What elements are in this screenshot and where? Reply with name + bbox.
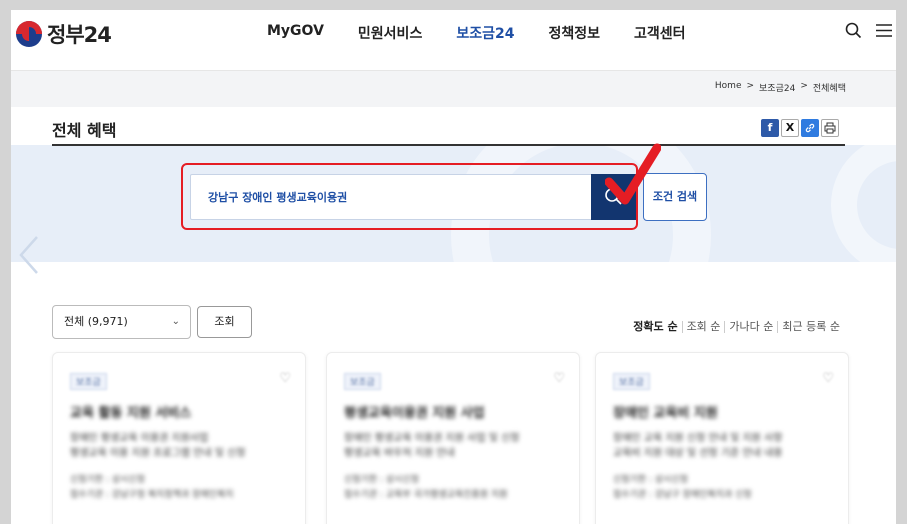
card-description-line: 장애인 평생교육 이용권 지원사업: [70, 433, 209, 444]
breadcrumb-separator: >: [746, 81, 755, 91]
facebook-icon[interactable]: f: [761, 119, 779, 137]
card-meta-line: 신청기한 : 상시신청: [613, 475, 688, 485]
decorative-circle: [831, 145, 896, 262]
breadcrumb-subsidy24[interactable]: 보조금24: [759, 81, 795, 94]
sort-options: 정확도 순 조회 순 가나다 순 최근 등록 순: [629, 321, 844, 333]
card-description-line: 장애인 교육 지원 신청 안내 및 지원 사항: [613, 433, 783, 444]
card-badge: 보조금: [70, 373, 107, 390]
print-icon[interactable]: [821, 119, 839, 137]
category-select[interactable]: 전체 (9,971) ⌄: [52, 305, 191, 339]
card-meta-line: 접수기관 : 강남구청 복지정책과 장애인복지: [70, 490, 234, 500]
nav-item-customer-center[interactable]: 고객센터: [634, 23, 686, 43]
card-description: 장애인 평생교육 이용권 지원 사업 및 신청 평생교육 바우처 지원 안내: [344, 431, 562, 461]
card-description-line: 장애인 평생교육 이용권 지원 사업 및 신청: [344, 433, 520, 444]
card-title: 장애인 교육비 지원: [613, 406, 718, 421]
nav-item-mygov[interactable]: MyGOV: [267, 23, 324, 43]
checkmark-icon: [604, 142, 662, 214]
breadcrumb: Home > 보조금24 > 전체혜택: [715, 81, 846, 94]
chevron-down-icon: ⌄: [171, 316, 180, 327]
search-highlight-box: [181, 163, 638, 230]
nav-item-subsidy24[interactable]: 보조금24: [456, 23, 514, 43]
card-title: 교육 활동 지원 서비스: [70, 406, 192, 421]
card-meta: 신청기한 : 상시신청 접수기관 : 강남구청 복지정책과 장애인복지: [70, 473, 288, 503]
card-description-line: 평생교육 바우처 지원 안내: [344, 448, 455, 459]
card-meta-line: 접수기관 : 강남구 장애인복지과 신청: [613, 490, 752, 500]
carousel-prev-arrow-icon[interactable]: [17, 235, 41, 279]
card-description-line: 교육비 지원 대상 및 선정 기준 안내 내용: [613, 448, 783, 459]
heart-icon[interactable]: ♡: [279, 371, 291, 386]
card-meta-line: 접수기관 : 교육부 국가평생교육진흥원 지원: [344, 490, 508, 500]
browser-frame: 정부24 MyGOV 민원서비스 보조금24 정책정보 고객센터 Home > …: [11, 10, 896, 524]
breadcrumb-bar: Home > 보조금24 > 전체혜택: [11, 70, 896, 107]
sort-recent[interactable]: 최근 등록 순: [778, 321, 844, 333]
sort-alphabetical[interactable]: 가나다 순: [725, 321, 779, 333]
inquiry-button[interactable]: 조회: [197, 306, 252, 338]
heart-icon[interactable]: ♡: [822, 371, 834, 386]
taegeuk-logo-icon: [16, 21, 42, 47]
card-title: 평생교육이용권 지원 사업: [344, 406, 485, 421]
main-nav: MyGOV 민원서비스 보조금24 정책정보 고객센터: [267, 23, 720, 43]
card-description: 장애인 평생교육 이용권 지원사업 평생교육 이용 지원 프로그램 안내 및 신…: [70, 431, 288, 461]
x-icon[interactable]: X: [781, 119, 799, 137]
link-icon[interactable]: [801, 119, 819, 137]
logo-text: 정부24: [47, 23, 112, 47]
header-icons: [845, 22, 892, 39]
nav-item-policy-info[interactable]: 정책정보: [548, 23, 600, 43]
menu-icon[interactable]: [876, 23, 892, 38]
card-description: 장애인 교육 지원 신청 안내 및 지원 사항 교육비 지원 대상 및 선정 기…: [613, 431, 831, 461]
benefit-card[interactable]: 보조금 ♡ 장애인 교육비 지원 장애인 교육 지원 신청 안내 및 지원 사항…: [595, 352, 849, 524]
category-select-value: 전체 (9,971): [64, 315, 128, 328]
sort-views[interactable]: 조회 순: [683, 321, 726, 333]
heart-icon[interactable]: ♡: [553, 371, 565, 386]
card-badge: 보조금: [344, 373, 381, 390]
sort-accuracy[interactable]: 정확도 순: [629, 321, 683, 333]
card-meta: 신청기한 : 상시신청 접수기관 : 강남구 장애인복지과 신청: [613, 473, 831, 503]
breadcrumb-current: 전체혜택: [812, 84, 846, 94]
search-icon[interactable]: [845, 22, 862, 39]
card-meta: 신청기한 : 상시신청 접수기관 : 교육부 국가평생교육진흥원 지원: [344, 473, 562, 503]
breadcrumb-separator: >: [800, 81, 808, 91]
card-meta-line: 신청기한 : 상시신청: [70, 475, 145, 485]
title-row: 전체 혜택 f X: [52, 116, 845, 146]
site-header: 정부24 MyGOV 민원서비스 보조금24 정책정보 고객센터: [11, 10, 896, 70]
card-meta-line: 신청기한 : 상시신청: [344, 475, 419, 485]
page-title: 전체 혜택: [52, 121, 117, 140]
benefit-card[interactable]: 보조금 ♡ 교육 활동 지원 서비스 장애인 평생교육 이용권 지원사업 평생교…: [52, 352, 306, 524]
card-description-line: 평생교육 이용 지원 프로그램 안내 및 신청: [70, 448, 246, 459]
nav-item-civil-service[interactable]: 민원서비스: [358, 23, 422, 43]
share-buttons: f X: [761, 119, 839, 137]
card-badge: 보조금: [613, 373, 650, 390]
site-logo[interactable]: 정부24: [16, 19, 112, 49]
benefit-card[interactable]: 보조금 ♡ 평생교육이용권 지원 사업 장애인 평생교육 이용권 지원 사업 및…: [326, 352, 580, 524]
breadcrumb-home[interactable]: Home: [715, 81, 742, 94]
